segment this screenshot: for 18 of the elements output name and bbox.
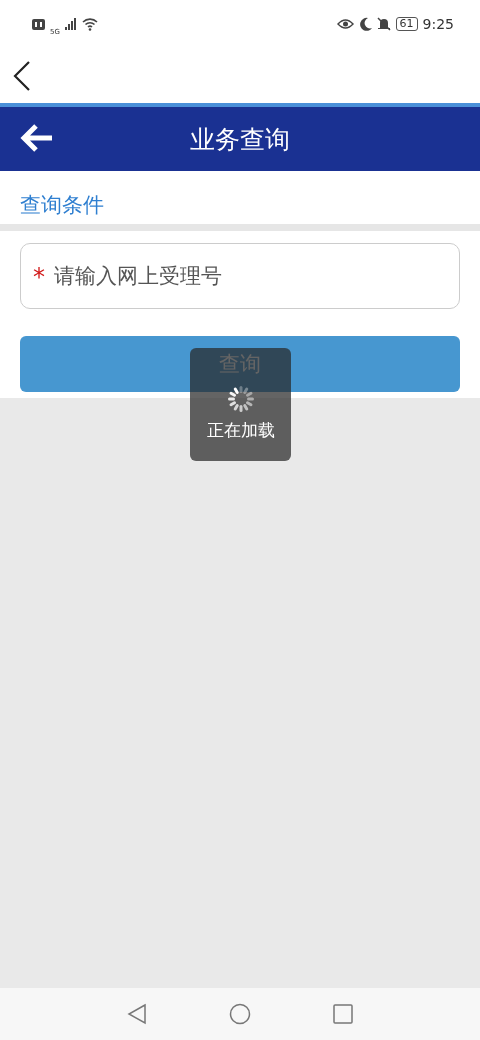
home-circle-icon[interactable] bbox=[229, 1003, 251, 1025]
section-title: 查询条件 bbox=[20, 192, 104, 219]
required-mark: * bbox=[33, 265, 45, 289]
moon-icon bbox=[358, 17, 372, 31]
back-arrow-icon[interactable] bbox=[20, 123, 54, 153]
clock-time: 9:25 bbox=[422, 16, 454, 32]
back-chevron-icon[interactable] bbox=[12, 59, 32, 92]
loading-text: 正在加载 bbox=[206, 419, 275, 442]
wifi-icon bbox=[81, 17, 98, 31]
eye-icon bbox=[336, 18, 354, 30]
back-triangle-icon[interactable] bbox=[127, 1003, 147, 1025]
hd-icon bbox=[32, 18, 45, 30]
battery-level: 61 bbox=[395, 17, 418, 31]
recents-square-icon[interactable] bbox=[333, 1004, 353, 1024]
bell-muted-icon bbox=[376, 17, 391, 31]
page-title: 业务查询 bbox=[190, 123, 290, 156]
loading-spinner-icon bbox=[226, 385, 255, 413]
signal-icon bbox=[64, 18, 77, 30]
